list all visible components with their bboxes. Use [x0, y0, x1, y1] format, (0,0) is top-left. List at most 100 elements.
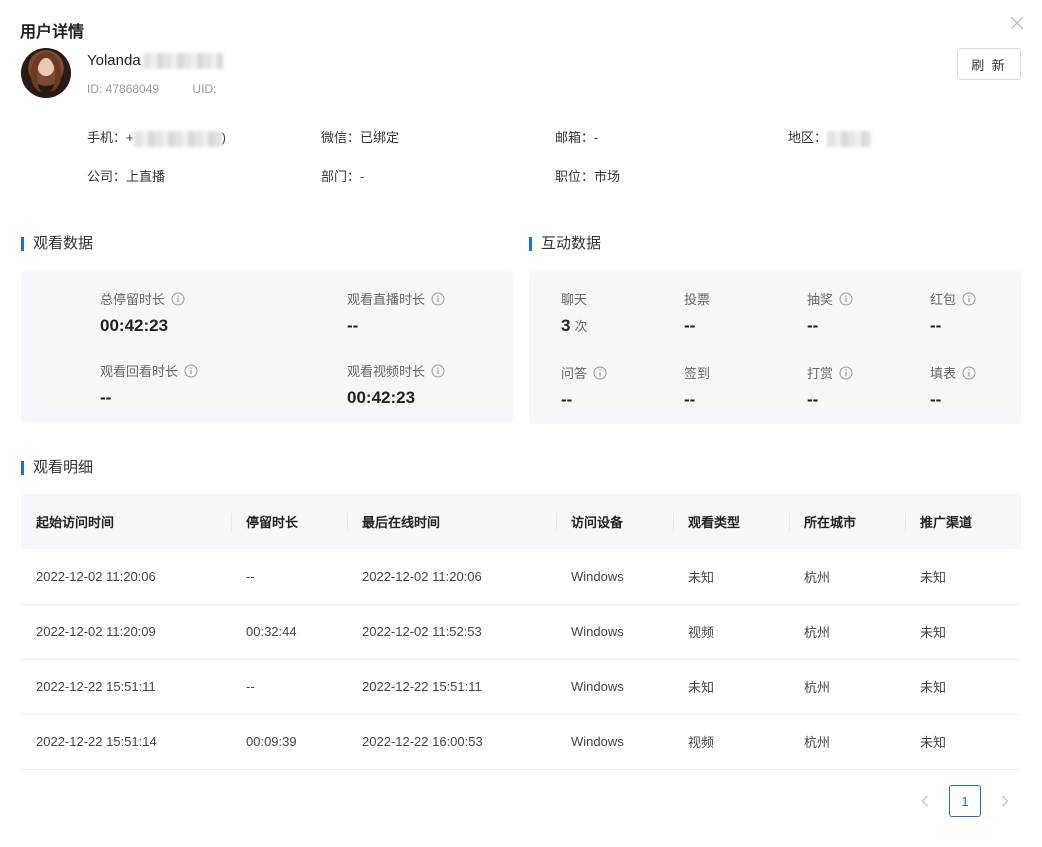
stat-value: -- [684, 390, 696, 409]
phone-label: 手机：+ [87, 130, 134, 145]
table-cell: 未知 [905, 659, 1021, 715]
table-cell: 00:09:39 [231, 714, 347, 770]
stat-red-packet: 红包 -- [930, 289, 976, 336]
info-icon[interactable] [839, 366, 853, 380]
table-cell: 2022-12-02 11:20:06 [347, 549, 556, 605]
stat-label: 签到 [684, 366, 711, 381]
stat-unit: 次 [574, 319, 588, 334]
stat-label: 聊天 [561, 292, 588, 307]
stat-value: 00:42:23 [347, 388, 416, 407]
table-cell: 未知 [905, 549, 1021, 605]
table-cell: 未知 [673, 659, 789, 715]
table-cell: 00:32:44 [231, 604, 347, 660]
table-row: 2022-12-22 15:51:14 00:09:39 2022-12-22 … [21, 714, 1021, 770]
company-info: 公司：上直播 [87, 169, 166, 184]
region-info: 地区： [788, 127, 872, 147]
close-icon[interactable] [1008, 14, 1026, 32]
info-icon[interactable] [171, 292, 185, 306]
stat-value: -- [100, 388, 112, 407]
info-icon[interactable] [431, 292, 445, 306]
stat-value: -- [347, 316, 359, 335]
info-icon[interactable] [962, 292, 976, 306]
stat-replay-watch: 观看回看时长 -- [100, 361, 198, 408]
user-name: Yolanda [87, 52, 141, 69]
prev-page-icon[interactable] [915, 785, 935, 817]
wechat-info: 微信：已绑定 [321, 130, 400, 145]
user-id: ID: 47868049 [87, 82, 160, 96]
table-cell: 2022-12-22 15:51:14 [21, 714, 231, 770]
column-header: 停留时长 [231, 494, 347, 549]
redacted-name [142, 53, 223, 70]
stat-value: 3 [561, 316, 571, 335]
stat-label: 投票 [684, 292, 711, 307]
column-header: 所在城市 [789, 494, 905, 549]
stat-value: -- [561, 390, 573, 409]
stat-label: 打赏 [807, 366, 834, 381]
stat-value: -- [807, 390, 819, 409]
user-ids: ID: 47868049 UID: [87, 82, 246, 96]
stat-live-watch: 观看直播时长 -- [347, 289, 445, 336]
stat-chat: 聊天 3次 [561, 289, 587, 336]
stat-reward: 打赏 -- [807, 363, 853, 410]
info-icon[interactable] [184, 364, 198, 378]
department-info: 部门：- [321, 169, 365, 184]
stat-value: -- [807, 316, 819, 335]
table-row: 2022-12-02 11:20:06 -- 2022-12-02 11:20:… [21, 549, 1021, 605]
stat-total-stay: 总停留时长 00:42:23 [100, 289, 185, 336]
region-label: 地区： [788, 130, 828, 145]
table-cell: -- [231, 659, 347, 715]
phone-info: 手机：+) [87, 127, 226, 147]
table-cell: 2022-12-22 15:51:11 [21, 659, 231, 715]
table-cell: 2022-12-02 11:20:06 [21, 549, 231, 605]
table-header-row: 起始访问时间 停留时长 最后在线时间 访问设备 观看类型 所在城市 推广渠道 [21, 494, 1021, 549]
stat-signin: 签到 -- [684, 363, 710, 410]
redacted-region [827, 130, 872, 147]
table-cell: 未知 [905, 604, 1021, 660]
page-1-button[interactable]: 1 [949, 785, 981, 817]
table-cell: 视频 [673, 604, 789, 660]
interaction-data-panel: 聊天 3次 投票 -- 抽奖 -- 红包 -- 问答 -- 签到 -- 打赏 -… [529, 271, 1021, 424]
user-name-row: Yolanda [87, 52, 223, 70]
table-cell: Windows [556, 659, 673, 715]
stat-value: 00:42:23 [100, 316, 169, 335]
column-header: 最后在线时间 [347, 494, 556, 549]
column-header: 访问设备 [556, 494, 673, 549]
table-cell: 杭州 [789, 714, 905, 770]
stat-form: 填表 -- [930, 363, 976, 410]
stat-label: 问答 [561, 366, 588, 381]
table-cell: 2022-12-02 11:20:09 [21, 604, 231, 660]
user-uid: UID: [192, 82, 217, 96]
table-cell: Windows [556, 714, 673, 770]
stat-value: -- [930, 390, 942, 409]
info-icon[interactable] [593, 366, 607, 380]
stat-label: 填表 [930, 366, 957, 381]
stat-label: 抽奖 [807, 292, 834, 307]
info-icon[interactable] [839, 292, 853, 306]
watch-data-heading: 观看数据 [21, 236, 93, 251]
stat-label: 总停留时长 [100, 292, 166, 307]
stat-label: 红包 [930, 292, 957, 307]
refresh-button[interactable]: 刷 新 [957, 48, 1021, 80]
info-icon[interactable] [431, 364, 445, 378]
stat-value: -- [930, 316, 942, 335]
table-cell: Windows [556, 549, 673, 605]
phone-tail: ) [221, 130, 226, 145]
stat-qa: 问答 -- [561, 363, 607, 410]
position-info: 职位：市场 [555, 169, 621, 184]
table-cell: 2022-12-22 15:51:11 [347, 659, 556, 715]
table-cell: 杭州 [789, 549, 905, 605]
table-cell: 2022-12-22 16:00:53 [347, 714, 556, 770]
interaction-data-heading: 互动数据 [529, 236, 601, 251]
table-cell: 杭州 [789, 604, 905, 660]
table-row: 2022-12-02 11:20:09 00:32:44 2022-12-02 … [21, 604, 1021, 660]
stat-value: -- [684, 316, 696, 335]
table-cell: -- [231, 549, 347, 605]
info-icon[interactable] [962, 366, 976, 380]
watch-detail-heading: 观看明细 [21, 460, 93, 475]
watch-data-panel: 总停留时长 00:42:23 观看直播时长 -- 观看回看时长 -- 观看视频时… [21, 271, 513, 422]
table-row: 2022-12-22 15:51:11 -- 2022-12-22 15:51:… [21, 659, 1021, 715]
column-header: 起始访问时间 [21, 494, 231, 549]
stat-label: 观看回看时长 [100, 364, 179, 379]
column-header: 推广渠道 [905, 494, 1021, 549]
next-page-icon[interactable] [995, 785, 1015, 817]
